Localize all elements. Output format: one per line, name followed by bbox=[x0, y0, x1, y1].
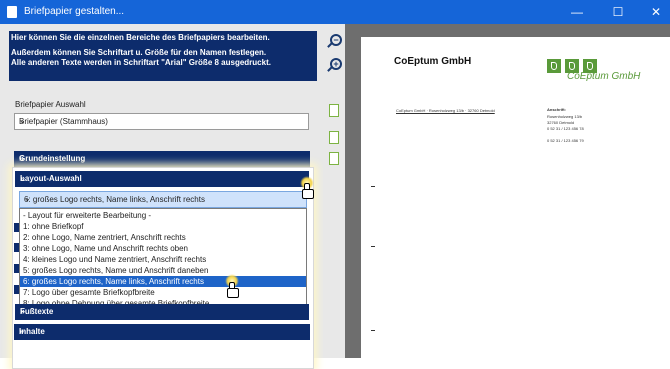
fold-mark bbox=[371, 330, 375, 331]
toolbar-column: − + bbox=[323, 24, 345, 358]
address-line: 0 52 31 / 123 456 78 bbox=[547, 126, 584, 131]
chevron-down-icon: ⌄ bbox=[19, 116, 26, 125]
page-icon[interactable] bbox=[329, 152, 339, 165]
list-item[interactable]: 1: ohne Briefkopf bbox=[20, 221, 306, 232]
section-layout-auswahl[interactable]: Layout-Auswahl » bbox=[15, 171, 309, 187]
info-line-1: Hier können Sie die einzelnen Bereiche d… bbox=[11, 33, 270, 42]
section-inhalte[interactable]: Inhalte » bbox=[14, 324, 310, 340]
sender-line: CoEptum GmbH · Rosenholzweg 13/b · 32760… bbox=[396, 108, 495, 113]
address-line: Anschrift: bbox=[547, 107, 566, 112]
chevron-down-icon: ⌄ bbox=[24, 194, 31, 203]
page-icon[interactable] bbox=[329, 131, 339, 144]
fold-mark bbox=[371, 246, 375, 247]
list-item[interactable]: 5: großes Logo rechts, Name und Anschrif… bbox=[20, 265, 306, 276]
list-item[interactable]: 3: ohne Logo, Name und Anschrift rechts … bbox=[20, 243, 306, 254]
expand-icon: » bbox=[20, 306, 26, 316]
list-item[interactable]: 7: Logo über gesamte Briefkopfbreite bbox=[20, 287, 306, 298]
expand-icon: » bbox=[19, 326, 25, 336]
expand-icon: » bbox=[20, 173, 26, 183]
company-name: CoEptum GmbH bbox=[394, 56, 472, 67]
title-bar: Briefpapier gestalten... — ☐ ✕ bbox=[0, 0, 670, 24]
list-item[interactable]: 2: ohne Logo, Name zentriert, Anschrift … bbox=[20, 232, 306, 243]
layout-dropdown-list: - Layout für erweiterte Bearbeitung - 1:… bbox=[19, 208, 307, 310]
close-button[interactable]: ✕ bbox=[645, 2, 667, 22]
info-line-2: Außerdem können Sie Schriftart u. Größe … bbox=[11, 47, 267, 57]
window-title: Briefpapier gestalten... bbox=[24, 6, 125, 17]
briefpapier-label: Briefpapier Auswahl bbox=[15, 100, 86, 109]
hand-cursor-icon bbox=[226, 282, 239, 298]
info-line-3: Alle anderen Texte werden in Schriftart … bbox=[11, 58, 271, 67]
app-icon bbox=[7, 6, 17, 18]
section-grundeinstellung[interactable]: Grundeinstellung » bbox=[14, 151, 310, 167]
expand-icon: » bbox=[19, 153, 25, 163]
list-item-selected[interactable]: 6: großes Logo rechts, Name links, Ansch… bbox=[20, 276, 306, 287]
logo-text: CoEptum GmbH bbox=[567, 71, 641, 82]
letter-preview: CoEptum GmbH CoEptum GmbH CoEptum GmbH ·… bbox=[361, 37, 670, 358]
fold-mark bbox=[371, 186, 375, 187]
hand-cursor-icon bbox=[301, 183, 314, 199]
layout-select[interactable]: 6: großes Logo rechts, Name links, Ansch… bbox=[19, 191, 307, 208]
list-item[interactable]: 4: kleines Logo und Name zentriert, Ansc… bbox=[20, 254, 306, 265]
minimize-button[interactable]: — bbox=[566, 2, 588, 22]
maximize-button[interactable]: ☐ bbox=[607, 2, 629, 22]
briefpapier-select[interactable]: Briefpapier (Stammhaus) ⌄ bbox=[14, 113, 309, 130]
address-line: Rosenholzweg 13/b bbox=[547, 114, 583, 119]
address-line: 32760 Detmold bbox=[547, 120, 575, 125]
info-box: Hier können Sie die einzelnen Bereiche d… bbox=[9, 31, 317, 81]
page-icon[interactable] bbox=[329, 104, 339, 117]
list-item[interactable]: - Layout für erweiterte Bearbeitung - bbox=[20, 210, 306, 221]
zoom-out-icon[interactable]: − bbox=[325, 32, 343, 50]
address-line: 0 52 31 / 123 456 79 bbox=[547, 138, 584, 143]
section-fusstexte[interactable]: Fußtexte » bbox=[15, 304, 309, 320]
zoom-in-icon[interactable]: + bbox=[325, 56, 343, 74]
